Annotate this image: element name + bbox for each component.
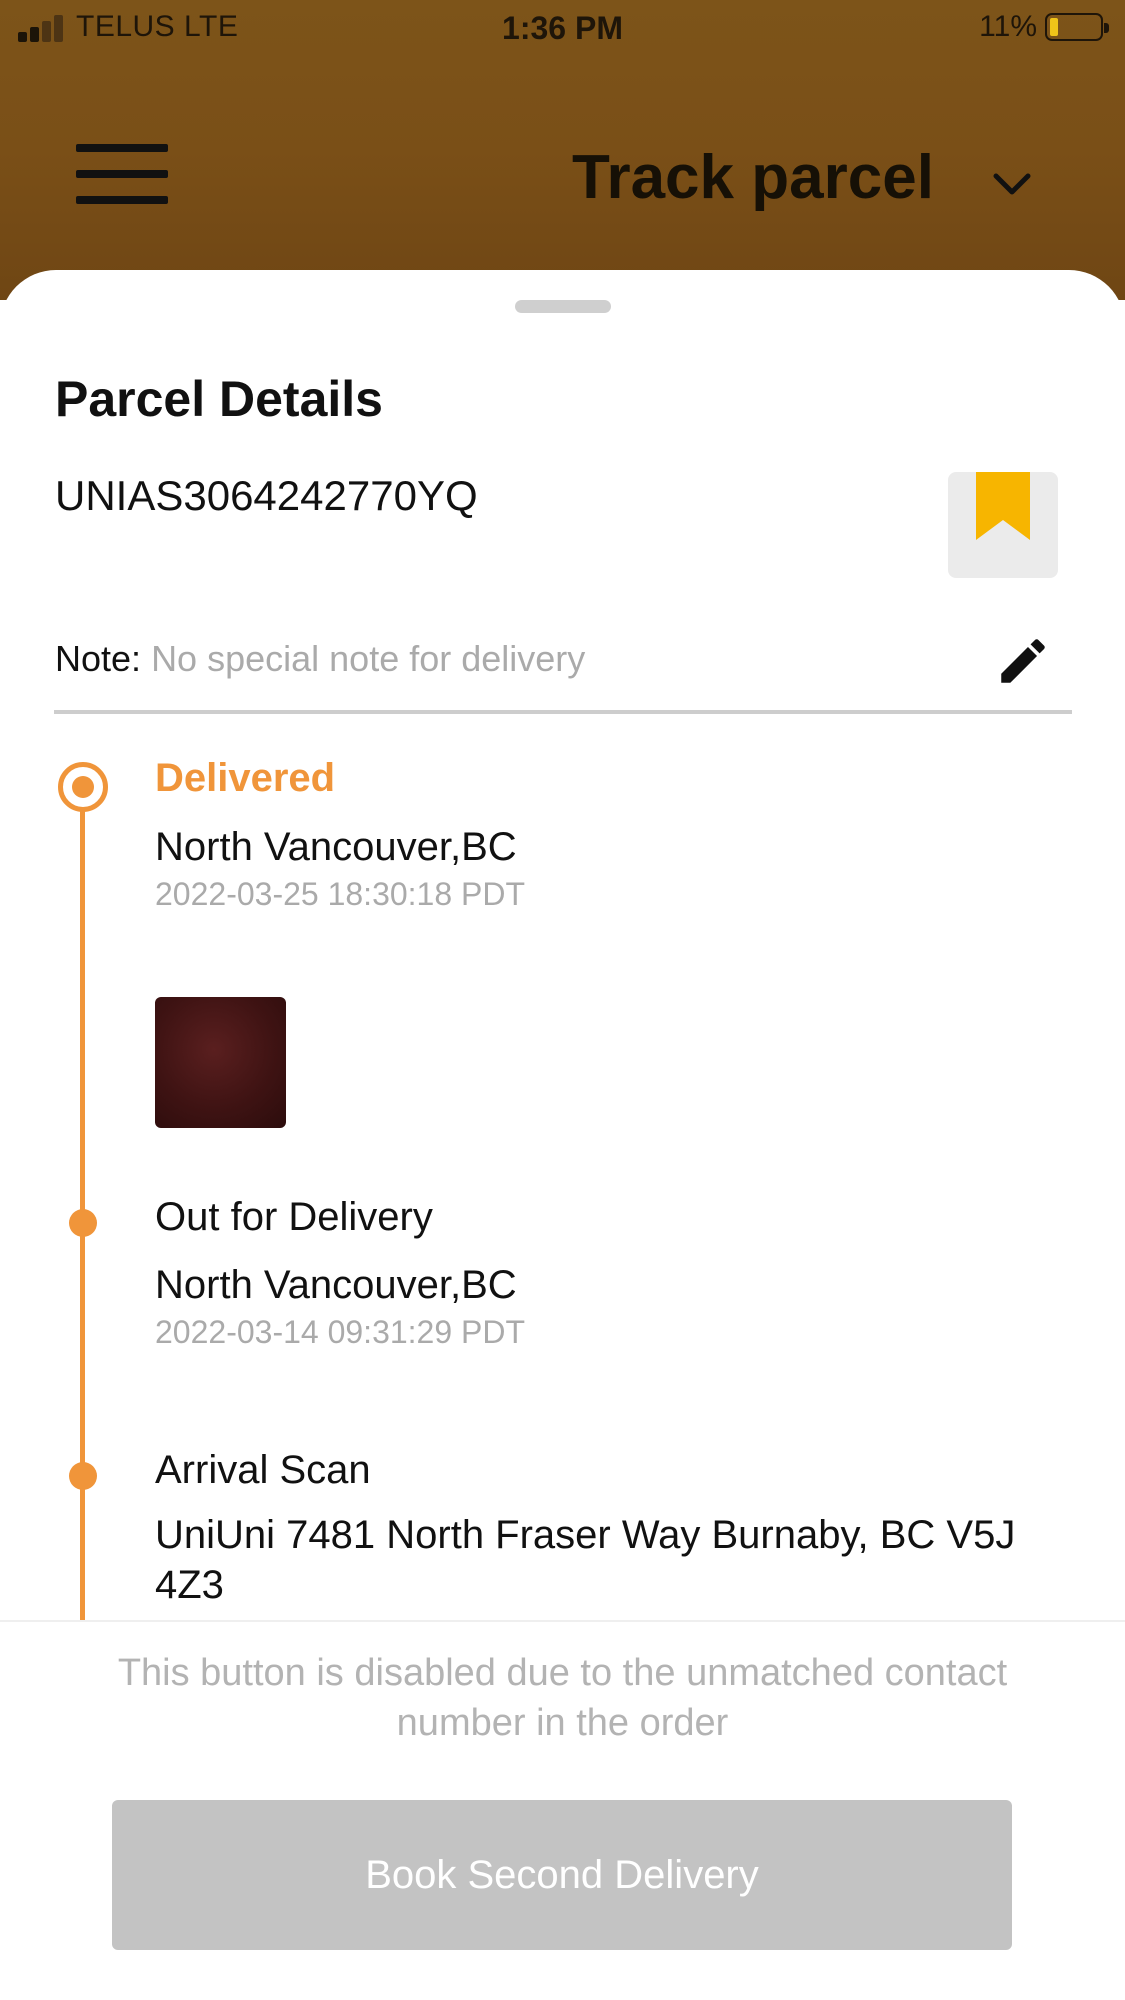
status-bar: TELUS LTE 1:36 PM 11% [0,0,1125,58]
note-label: Note: [55,638,142,679]
tracking-number: UNIAS3064242770YQ [55,472,478,519]
bookmark-button[interactable] [948,472,1058,578]
timeline-line [80,785,85,1625]
timeline-marker [69,1209,97,1237]
battery-icon [1045,13,1109,41]
clock: 1:36 PM [502,10,623,46]
timeline-location: UniUni 7481 North Fraser Way Burnaby, BC… [155,1513,1016,1607]
timeline-time: 2022-03-25 18:30:18 PDT [155,876,526,912]
app-header: TELUS LTE 1:36 PM 11% Track parcel [0,0,1125,300]
pencil-icon[interactable] [994,632,1052,690]
timeline-status: Out for Delivery [155,1195,433,1239]
timeline-current-marker [58,762,108,812]
battery-percent: 11% [979,10,1037,43]
bookmark-icon [976,472,1030,540]
delivery-photo-thumbnail[interactable] [155,997,286,1128]
divider [54,710,1072,714]
sheet-drag-handle[interactable] [515,300,611,313]
section-title: Parcel Details [55,371,383,427]
timeline-time: 2022-03-14 09:31:29 PDT [155,1314,526,1350]
timeline-status: Arrival Scan [155,1448,371,1492]
timeline-status: Delivered [155,756,336,800]
timeline-location: North Vancouver,BC [155,825,517,869]
page-title: Track parcel [572,143,934,212]
note-value: No special note for delivery [151,638,586,679]
timeline-marker [69,1462,97,1490]
disabled-button-message: This button is disabled due to the unmat… [117,1652,1008,1744]
hamburger-menu-icon[interactable] [76,140,168,208]
delivery-note: Note: No special note for delivery [55,638,585,680]
screen: TELUS LTE 1:36 PM 11% Track parcel Parce… [0,0,1125,2000]
bottom-action-panel: This button is disabled due to the unmat… [0,1620,1125,2000]
book-second-delivery-button[interactable]: Book Second Delivery [112,1800,1012,1950]
chevron-down-icon[interactable] [990,168,1034,198]
timeline-location: North Vancouver,BC [155,1263,517,1307]
